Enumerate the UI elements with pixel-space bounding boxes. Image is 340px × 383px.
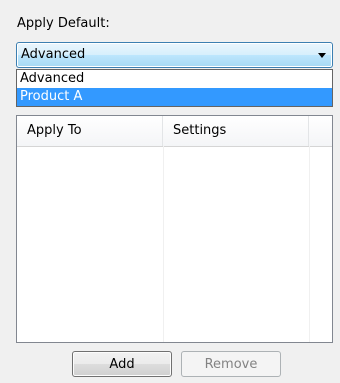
chevron-down-icon[interactable]: [318, 53, 326, 58]
apply-default-combobox[interactable]: Advanced: [16, 42, 333, 68]
column-divider: [163, 146, 164, 342]
table-header-row: Apply To Settings: [17, 116, 332, 147]
remove-button[interactable]: Remove: [181, 351, 281, 377]
dropdown-option-advanced[interactable]: Advanced: [17, 70, 332, 88]
column-header-empty[interactable]: [309, 116, 332, 146]
column-divider: [309, 146, 310, 342]
combobox-selected-value: Advanced: [21, 47, 86, 62]
add-button[interactable]: Add: [72, 351, 172, 377]
column-header-settings[interactable]: Settings: [163, 116, 309, 146]
apply-list-table[interactable]: Apply To Settings: [16, 115, 333, 343]
column-header-apply-to[interactable]: Apply To: [17, 116, 163, 146]
apply-default-label: Apply Default:: [17, 16, 110, 31]
dropdown-option-product-a[interactable]: Product A: [17, 88, 332, 106]
apply-default-dropdown-list: Advanced Product A: [16, 69, 333, 107]
